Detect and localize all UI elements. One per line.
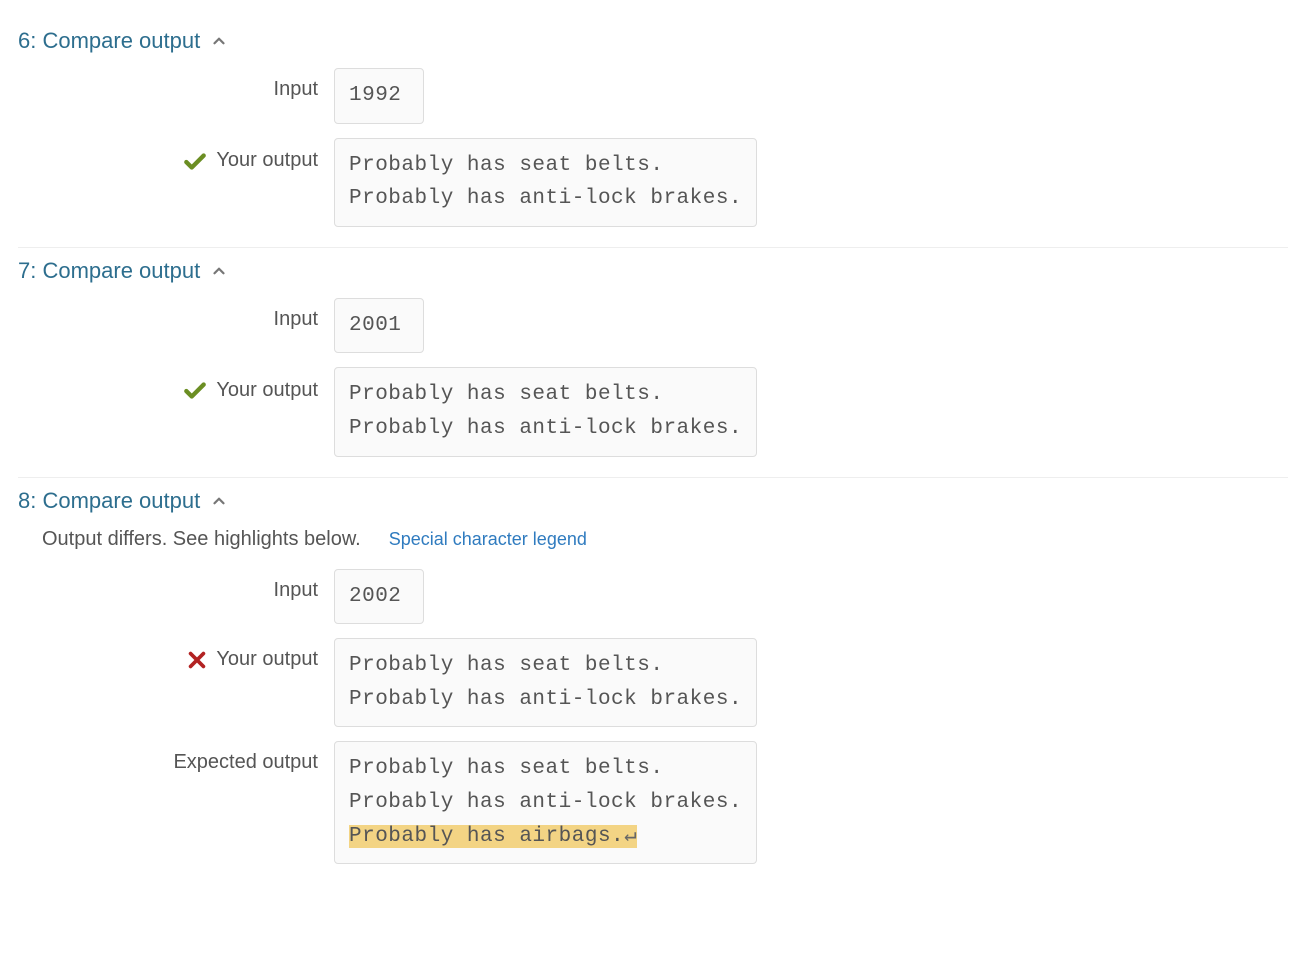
return-icon: ↵ bbox=[624, 825, 637, 848]
input-label: Input bbox=[274, 308, 318, 331]
section-title: 7: Compare output bbox=[18, 258, 200, 284]
input-box: 2002 bbox=[334, 569, 424, 625]
expected-line: Probably has airbags. bbox=[349, 825, 624, 848]
section-title: 6: Compare output bbox=[18, 28, 200, 54]
check-icon bbox=[182, 148, 208, 174]
chevron-up-icon bbox=[210, 32, 228, 50]
section-title: 8: Compare output bbox=[18, 488, 200, 514]
expected-line: Probably has seat belts. bbox=[349, 757, 663, 780]
your-output-box: Probably has seat belts. Probably has an… bbox=[334, 638, 757, 727]
input-label: Input bbox=[274, 579, 318, 602]
your-output-box: Probably has seat belts. Probably has an… bbox=[334, 367, 757, 456]
chevron-up-icon bbox=[210, 492, 228, 510]
input-box: 2001 bbox=[334, 298, 424, 354]
section-header[interactable]: 6: Compare output bbox=[18, 28, 1288, 54]
x-icon bbox=[186, 649, 208, 671]
your-output-label: Your output bbox=[216, 149, 318, 172]
expected-line: Probably has anti-lock brakes. bbox=[349, 791, 742, 814]
section-header[interactable]: 7: Compare output bbox=[18, 258, 1288, 284]
check-icon bbox=[182, 377, 208, 403]
special-char-legend-link[interactable]: Special character legend bbox=[389, 529, 587, 550]
section-header[interactable]: 8: Compare output bbox=[18, 488, 1288, 514]
output-differs-text: Output differs. See highlights below. bbox=[42, 528, 361, 551]
expected-output-label: Expected output bbox=[173, 751, 318, 774]
your-output-box: Probably has seat belts. Probably has an… bbox=[334, 138, 757, 227]
your-output-label: Your output bbox=[216, 379, 318, 402]
your-output-label: Your output bbox=[216, 648, 318, 671]
chevron-up-icon bbox=[210, 262, 228, 280]
expected-output-box: Probably has seat belts. Probably has an… bbox=[334, 741, 757, 864]
input-label: Input bbox=[274, 78, 318, 101]
input-box: 1992 bbox=[334, 68, 424, 124]
